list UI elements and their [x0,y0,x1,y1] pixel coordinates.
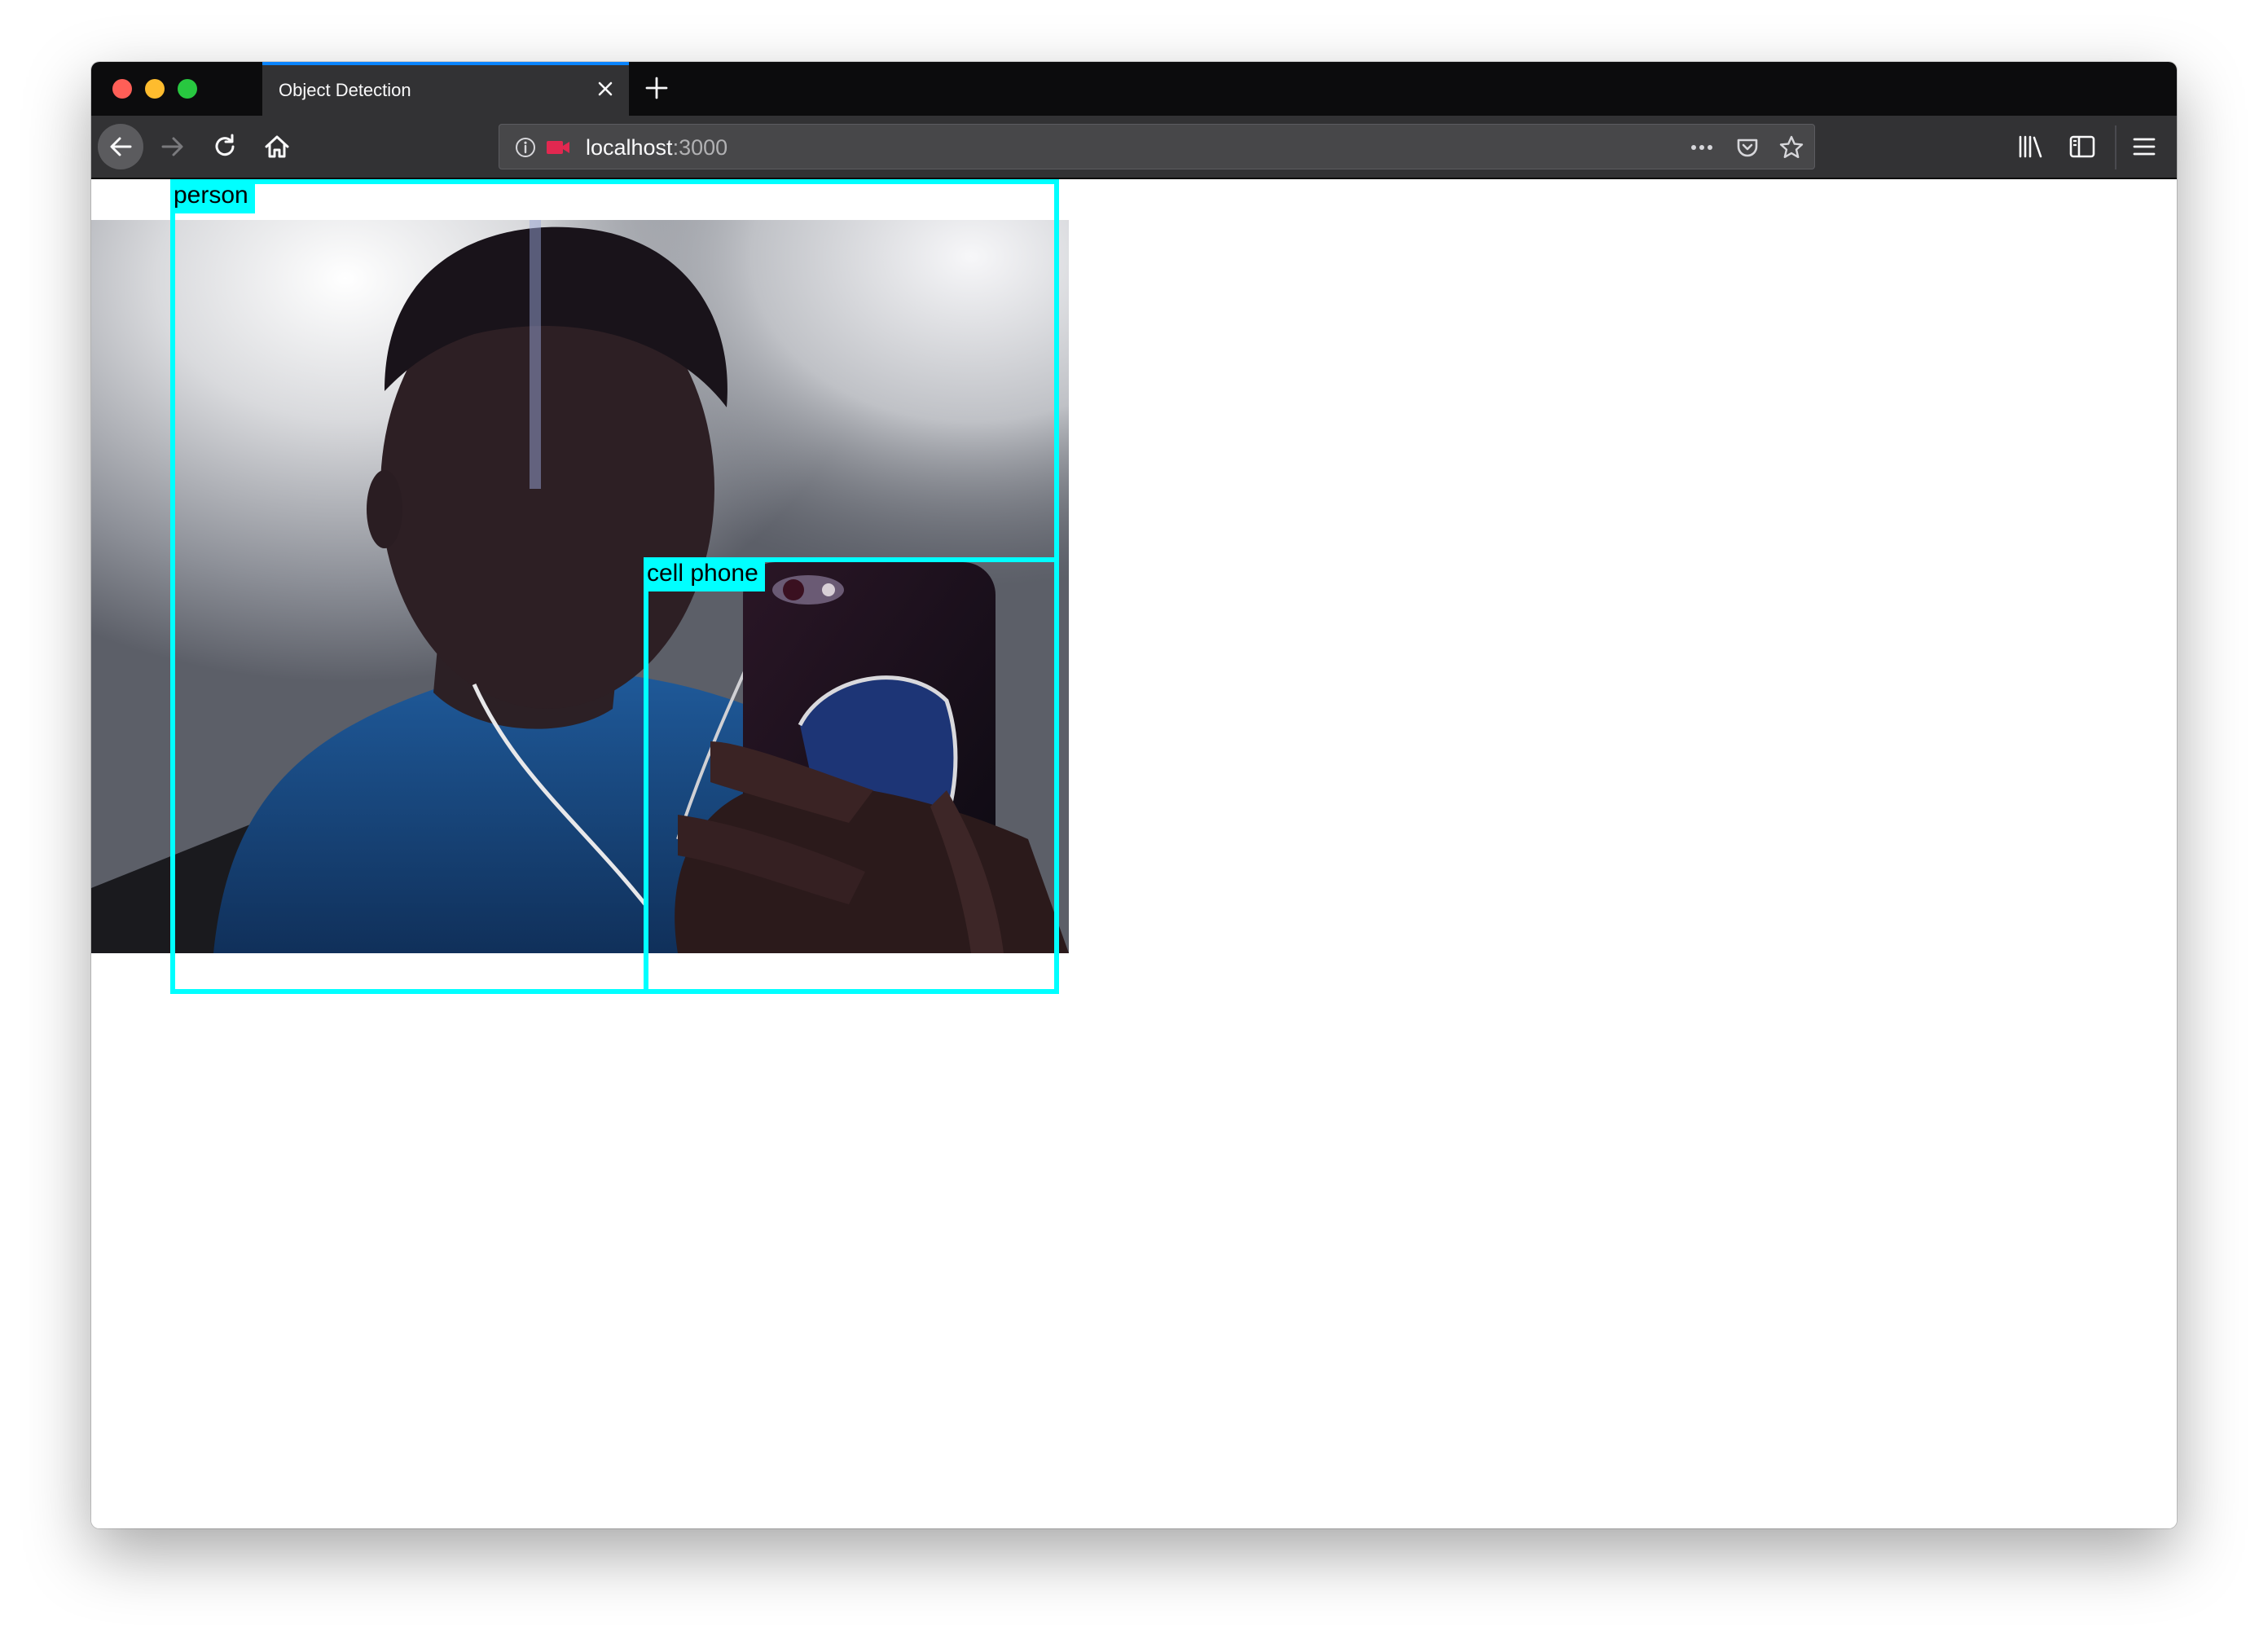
forward-button[interactable] [150,124,196,169]
close-icon[interactable] [593,77,618,101]
navigation-toolbar: localhost:3000 [91,116,2177,179]
url-port: :3000 [672,135,728,160]
minimize-window-button[interactable] [145,79,165,99]
url-host: localhost [586,135,673,160]
close-window-button[interactable] [112,79,132,99]
browser-window: Object Detection localhost:3000 person c… [91,62,2177,1528]
reload-button[interactable] [202,124,248,169]
sidebar-icon[interactable] [2068,132,2097,161]
more-dots-icon[interactable] [1687,136,1716,159]
reload-icon [215,134,235,156]
info-icon[interactable] [514,136,537,159]
library-icon[interactable] [2015,132,2045,161]
url-text[interactable]: localhost:3000 [586,135,727,161]
tab-title: Object Detection [279,80,411,100]
home-button[interactable] [254,124,300,169]
arrow-right-icon [161,137,183,156]
page-content: person cell phone [91,179,2177,1528]
bbox-cell-phone: cell phone [644,557,1059,994]
tab-object-detection[interactable]: Object Detection [262,62,629,116]
bbox-label-person: person [170,179,255,213]
pocket-icon[interactable] [1734,134,1760,161]
toolbar-separator [2115,125,2116,169]
new-tab-icon[interactable] [642,73,671,103]
zoom-window-button[interactable] [178,79,197,99]
star-icon[interactable] [1778,134,1804,161]
arrow-left-icon [110,137,132,156]
url-bar[interactable]: localhost:3000 [499,124,1815,169]
camera-icon[interactable] [545,138,571,157]
back-button[interactable] [98,124,143,169]
bbox-label-cell-phone: cell phone [644,557,765,591]
hamburger-menu-icon[interactable] [2130,132,2159,161]
home-icon [265,135,289,158]
tab-strip: Object Detection [91,62,2177,116]
